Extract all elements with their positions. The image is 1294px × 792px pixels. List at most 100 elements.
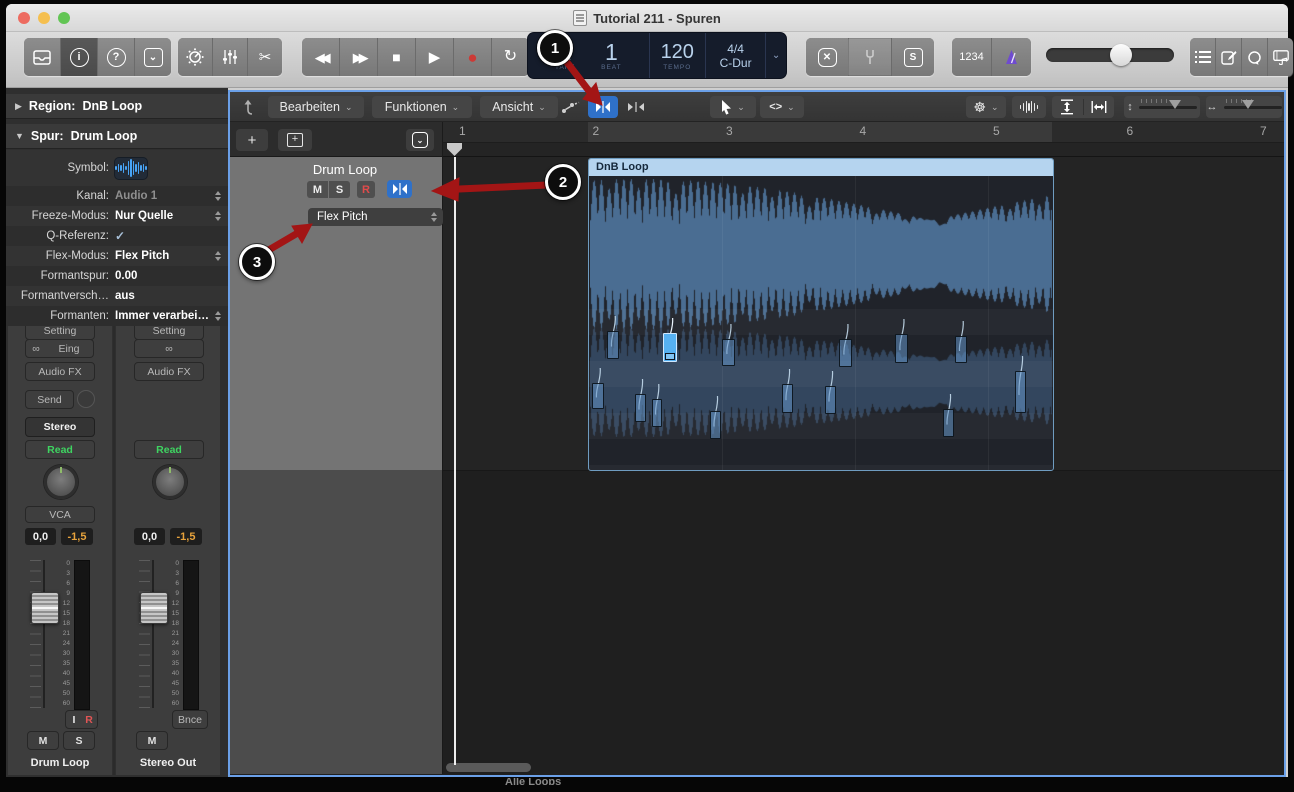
stepper-control[interactable] — [215, 188, 221, 204]
input-format-button[interactable]: ∞ — [134, 339, 204, 358]
media-browser-button[interactable] — [1267, 38, 1293, 76]
flex-pitch-note[interactable] — [607, 331, 619, 359]
horizontal-scrollbar[interactable] — [446, 763, 531, 772]
vca-button[interactable]: VCA — [25, 506, 95, 523]
flex-pitch-note[interactable] — [1015, 371, 1026, 413]
track-solo-button[interactable]: S — [329, 181, 350, 198]
pan-knob[interactable] — [44, 465, 78, 499]
send-button[interactable]: Send — [25, 390, 74, 409]
editors-button[interactable]: ✂ — [247, 38, 282, 76]
flex-mode-dropdown[interactable]: Flex Pitch — [308, 208, 443, 226]
vertical-auto-zoom-button[interactable] — [1052, 99, 1084, 115]
stepper-control[interactable] — [215, 308, 221, 324]
track-name[interactable]: Drum Loop — [280, 162, 410, 177]
flex-pitch-note[interactable] — [663, 333, 677, 362]
flex-button[interactable] — [588, 96, 618, 118]
volume-slider-thumb[interactable] — [1110, 44, 1132, 66]
setting-button[interactable]: Setting — [25, 326, 95, 340]
audio-fx-button[interactable]: Audio FX — [25, 362, 95, 381]
param-value[interactable]: Immer verarbei… — [115, 310, 209, 322]
list-editors-button[interactable] — [1190, 38, 1215, 76]
param-value[interactable]: aus — [115, 290, 135, 302]
automation-button[interactable] — [558, 96, 586, 118]
slider-thumb[interactable] — [1169, 100, 1181, 115]
cycle-button[interactable]: ↻ — [491, 38, 529, 76]
solo-mode-button[interactable]: S — [891, 38, 934, 76]
flex-pitch-note[interactable] — [895, 334, 908, 363]
quick-help-button[interactable]: ? — [97, 38, 134, 76]
metronome-button[interactable] — [991, 38, 1031, 76]
solo-button[interactable]: S — [63, 731, 95, 750]
automation-mode-button[interactable]: Read — [25, 440, 95, 459]
inspector-button[interactable]: i — [60, 38, 97, 76]
param-value[interactable]: 0.00 — [115, 270, 137, 282]
waveform-zoom-button[interactable] — [1012, 96, 1046, 118]
flex-pitch-note[interactable] — [955, 336, 967, 363]
pan-knob[interactable] — [153, 465, 187, 499]
vertical-zoom-slider[interactable] — [1139, 106, 1197, 109]
flex-pitch-note[interactable] — [943, 409, 954, 437]
track-flex-button[interactable] — [387, 180, 412, 198]
automation-mode-button[interactable]: Read — [134, 440, 204, 459]
setting-button[interactable]: Setting — [134, 326, 204, 340]
peak-value[interactable]: -1,5 — [170, 528, 202, 545]
master-bypass-button[interactable]: ✕ — [806, 38, 848, 76]
stepper-control[interactable] — [215, 248, 221, 264]
stepper-control[interactable] — [215, 208, 221, 224]
pointer-tool-menu[interactable]: ⌄ — [710, 96, 756, 118]
master-volume-slider[interactable] — [1046, 48, 1174, 62]
add-track-button[interactable]: + — [236, 129, 268, 151]
horizontal-auto-zoom-button[interactable] — [1084, 100, 1115, 114]
track-inspector-header[interactable]: ▼ Spur: Drum Loop — [6, 124, 228, 149]
mute-button[interactable]: M — [27, 731, 59, 750]
note-handle[interactable] — [665, 353, 675, 360]
flex-pitch-note[interactable] — [782, 384, 793, 413]
play-button[interactable]: ▶ — [415, 38, 453, 76]
q-reference-checkbox[interactable]: ✓ — [115, 229, 125, 243]
bar-ruler[interactable]: 1234567 — [443, 122, 1284, 157]
horizontal-zoom-slider[interactable] — [1224, 106, 1282, 109]
input-button[interactable]: Eing — [45, 339, 94, 358]
param-value[interactable]: Nur Quelle — [115, 210, 173, 222]
mixer-button[interactable] — [212, 38, 247, 76]
smart-controls-button[interactable] — [178, 38, 212, 76]
flex-pitch-note[interactable] — [592, 383, 604, 409]
stop-button[interactable]: ■ — [377, 38, 415, 76]
peak-value[interactable]: -1,5 — [61, 528, 93, 545]
mute-button[interactable]: M — [136, 731, 168, 750]
region-name[interactable]: DnB Loop — [589, 159, 1053, 176]
bounce-button[interactable]: Bnce — [172, 710, 208, 729]
output-button[interactable]: Stereo — [25, 417, 95, 437]
track-record-button[interactable]: R — [357, 181, 375, 198]
menu-ansicht[interactable]: Ansicht⌄ — [480, 96, 558, 118]
duplicate-track-button[interactable]: + — [278, 129, 312, 151]
menu-bearbeiten[interactable]: Bearbeiten⌄ — [268, 96, 364, 118]
record-enable-button[interactable]: R — [81, 710, 98, 729]
flex-pitch-note[interactable] — [722, 339, 735, 366]
back-arrow-button[interactable] — [238, 96, 262, 118]
flex-pitch-note[interactable] — [710, 411, 721, 439]
send-knob[interactable] — [77, 390, 95, 408]
menu-funktionen[interactable]: Funktionen⌄ — [372, 96, 472, 118]
param-value[interactable]: Flex Pitch — [115, 250, 169, 262]
disclosure-right-icon[interactable]: ▶ — [15, 101, 22, 112]
catch-playhead-button[interactable] — [622, 96, 650, 118]
flex-pitch-note[interactable] — [839, 339, 852, 367]
track-symbol-icon-button[interactable] — [115, 158, 147, 179]
toolbar-toggle-button[interactable]: ⌄ — [134, 38, 171, 76]
loop-browser-button[interactable] — [1241, 38, 1267, 76]
flex-pitch-note[interactable] — [652, 399, 662, 427]
note-pads-button[interactable] — [1215, 38, 1241, 76]
flex-pitch-note[interactable] — [825, 386, 836, 414]
track-settings-menu[interactable]: ☸⌄ — [966, 96, 1006, 118]
volume-value[interactable]: 0,0 — [134, 528, 165, 545]
region-inspector-header[interactable]: ▶ Region: DnB Loop — [6, 94, 228, 119]
input-format-button[interactable]: ∞ — [25, 339, 47, 358]
audio-fx-button[interactable]: Audio FX — [134, 362, 204, 381]
rewind-button[interactable]: ◀◀ — [302, 38, 339, 76]
param-value[interactable]: Audio 1 — [115, 190, 157, 202]
lcd-chevron-down-icon[interactable]: ⌄ — [766, 33, 786, 78]
track-mute-button[interactable]: M — [307, 181, 328, 198]
flex-pitch-note[interactable] — [635, 394, 646, 422]
volume-value[interactable]: 0,0 — [25, 528, 56, 545]
